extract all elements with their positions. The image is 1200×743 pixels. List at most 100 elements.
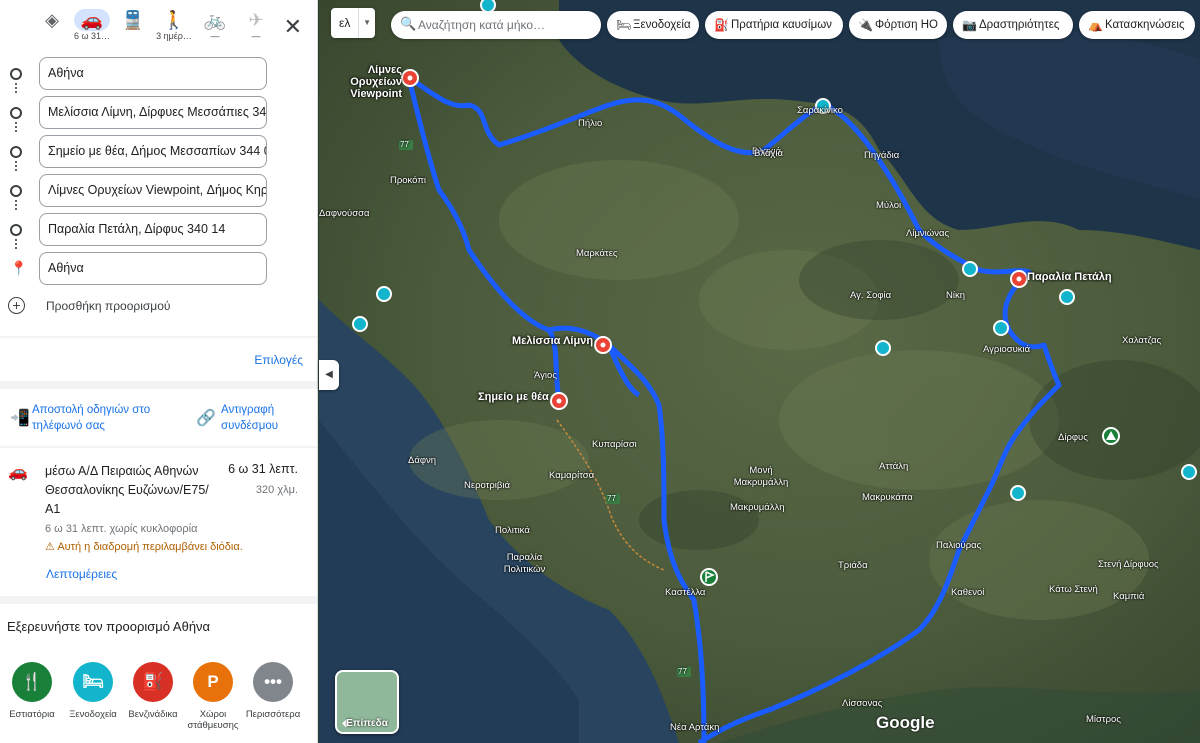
stop-row: Παραλία Πετάλη, Δίρφυς 340 14: [0, 212, 317, 251]
place-label: Δαφνούσσα: [319, 208, 370, 219]
options-link[interactable]: Επιλογές: [254, 353, 303, 367]
mode-flight[interactable]: ✈ —: [236, 6, 276, 46]
category-gas-stations[interactable]: ⛽ Βενζινάδικα: [121, 662, 185, 720]
map-canvas[interactable]: [319, 0, 1200, 743]
travel-mode-bar: ◈ 🚗 6 ω 31… 🚆 🚶 3 ημέρ… 🚲 — ✈ — ✕: [0, 6, 317, 46]
explore-title: Εξερευνήστε τον προορισμό Αθήνα: [7, 619, 211, 634]
place-label: Καστέλλα: [665, 587, 706, 598]
place-label: Κάτω Στενή: [1049, 584, 1098, 595]
place-label: Μύλοι: [876, 200, 902, 211]
place-label: Μίστρος: [1086, 714, 1121, 725]
category-label: Χώροι στάθμευσης: [187, 709, 239, 731]
stop-circle-icon: [10, 107, 22, 119]
category-restaurants[interactable]: 🍴 Εστιατόρια: [0, 662, 64, 720]
language-selector[interactable]: ελ ▼: [331, 8, 375, 38]
ev-charger-icon: 🔌: [858, 18, 873, 32]
stop-row: Λίμνες Ορυχείων Viewpoint, Δήμος Κηρε: [0, 173, 317, 212]
chip-ev-charging[interactable]: 🔌 Φόρτιση ΗΟ: [849, 11, 947, 39]
layers-button[interactable]: ◆ Επίπεδα: [335, 670, 399, 734]
more-icon: •••: [253, 662, 293, 702]
bike-icon: 🚲: [203, 10, 227, 30]
hotel-icon: 🛏: [616, 18, 632, 32]
place-label: Αττάλη: [879, 461, 909, 472]
route-option[interactable]: 🚗 μέσω Α/Δ Πειραιώς Αθηνών Θεσσαλονίκης …: [8, 460, 308, 581]
category-hotels[interactable]: 🛏 Ξενοδοχεία: [61, 662, 125, 720]
chip-label: Δραστηριότητες: [979, 19, 1060, 31]
place-label: Τριάδα: [838, 560, 868, 571]
gas-station-icon: ⛽: [133, 662, 173, 702]
search-icon: 🔍: [400, 16, 417, 31]
mode-car[interactable]: 🚗 6 ω 31…: [72, 6, 112, 46]
stop-circle-icon: [10, 146, 22, 158]
stop-input-5[interactable]: Παραλία Πετάλη, Δίρφυς 340 14: [39, 213, 267, 246]
chevron-left-icon: ◀: [325, 369, 333, 380]
category-more[interactable]: ••• Περισσότερα: [241, 662, 305, 720]
chip-label: Ξενοδοχεία: [633, 19, 691, 31]
place-label: Παραλία Πολιτικών: [503, 552, 546, 575]
stop-input-3[interactable]: Σημείο με θέα, Δήμος Μεσσαπίων 344 0: [39, 135, 267, 168]
toll-warning: ⚠ Αυτή η διαδρομή περιλαμβάνει διόδια.: [45, 540, 243, 553]
place-label: Προκόπι: [390, 175, 426, 186]
place-label: Δάφνη: [408, 455, 437, 466]
waypoint-label[interactable]: Παραλία Πετάλη: [1027, 271, 1112, 283]
google-logo: Google: [876, 713, 935, 732]
category-parking[interactable]: P Χώροι στάθμευσης: [181, 662, 245, 731]
car-icon: 🚗: [8, 464, 28, 481]
place-label: Μονή Μακρυμάλλη: [733, 465, 789, 488]
stop-input-1[interactable]: Αθήνα: [39, 57, 267, 90]
explore-categories: 🍴 Εστιατόρια 🛏 Ξενοδοχεία ⛽ Βενζινάδικα …: [0, 662, 317, 742]
place-label: Αγριοσυκιά: [983, 344, 1031, 355]
place-label: Μακρυκάπα: [862, 492, 913, 503]
waypoint-label[interactable]: Μελίσσια Λίμνη: [512, 335, 593, 347]
road-shield: 77: [400, 140, 409, 149]
chip-label: Κατασκηνώσεις: [1105, 19, 1185, 31]
divider: [0, 381, 317, 389]
place-label: Νεροτριβιά: [464, 480, 510, 491]
link-icon: 🔗: [196, 410, 216, 427]
warning-icon: ⚠: [45, 541, 58, 553]
stops-list: Αθήνα Μελίσσια Λίμνη, Δίρφυες Μεσσάπιες …: [0, 56, 317, 290]
close-icon[interactable]: ✕: [284, 14, 302, 40]
waypoint-label[interactable]: Λίμνες Ορυχείων Viewpoint: [316, 64, 402, 100]
place-label: Λίσσονας: [842, 698, 883, 709]
search-along-route[interactable]: 🔍 Αναζήτηση κατά μήκο…: [391, 11, 601, 39]
chip-campsites[interactable]: ⛺ Κατασκηνώσεις: [1079, 11, 1195, 39]
parking-icon: P: [193, 662, 233, 702]
chip-label: Φόρτιση ΗΟ: [875, 19, 938, 31]
route-distance: 320 χλμ.: [255, 484, 298, 496]
route-dots: [15, 200, 17, 210]
route-dots: [15, 239, 17, 249]
road-shield: 77: [678, 667, 687, 676]
category-label: Εστιατόρια: [9, 709, 55, 720]
stop-input-4[interactable]: Λίμνες Ορυχείων Viewpoint, Δήμος Κηρε: [39, 174, 267, 207]
stop-input-6[interactable]: Αθήνα: [39, 252, 267, 285]
send-to-phone-link[interactable]: Αποστολή οδηγιών στο τηλέφωνό σας: [32, 402, 152, 434]
route-details-link[interactable]: Λεπτομέρειες: [46, 567, 117, 581]
mode-flight-duration: —: [251, 31, 261, 41]
destination-pin-icon: 📍: [10, 260, 28, 276]
route-dots: [15, 161, 17, 171]
stop-input-2[interactable]: Μελίσσια Λίμνη, Δίρφυες Μεσσάπιες 34: [39, 96, 267, 129]
satellite-terrain: [319, 0, 1200, 743]
restaurant-icon: 🍴: [12, 662, 52, 702]
place-label: Μακρυμάλλη: [730, 502, 785, 513]
chip-gas-stations[interactable]: ⛽ Πρατήρια καυσίμων: [705, 11, 843, 39]
divider: [0, 336, 317, 338]
route-duration: 6 ω 31 λεπτ.: [228, 462, 298, 476]
copy-link-button[interactable]: Αντιγραφή συνδέσμου: [221, 402, 306, 434]
camera-icon: 📷: [962, 18, 977, 32]
divider: [0, 446, 317, 448]
plus-icon: +: [8, 297, 25, 314]
chip-activities[interactable]: 📷 Δραστηριότητες: [953, 11, 1073, 39]
category-label: Ξενοδοχεία: [69, 709, 117, 720]
add-destination-button[interactable]: + Προσθήκη προορισμού: [8, 297, 268, 317]
chip-hotels[interactable]: 🛏 Ξενοδοχεία: [607, 11, 699, 39]
collapse-panel-button[interactable]: ◀: [319, 360, 339, 390]
stop-row: Σημείο με θέα, Δήμος Μεσσαπίων 344 0: [0, 134, 317, 173]
gas-station-icon: ⛽: [714, 18, 729, 32]
tent-icon: ⛺: [1088, 18, 1103, 32]
share-row: 📲 Αποστολή οδηγιών στο τηλέφωνό σας 🔗 Αν…: [8, 402, 308, 436]
directions-panel: ◈ 🚗 6 ω 31… 🚆 🚶 3 ημέρ… 🚲 — ✈ — ✕ Αθήνα: [0, 0, 318, 743]
waypoint-label[interactable]: Σημείο με θέα: [478, 391, 549, 403]
stop-circle-icon: [10, 185, 22, 197]
